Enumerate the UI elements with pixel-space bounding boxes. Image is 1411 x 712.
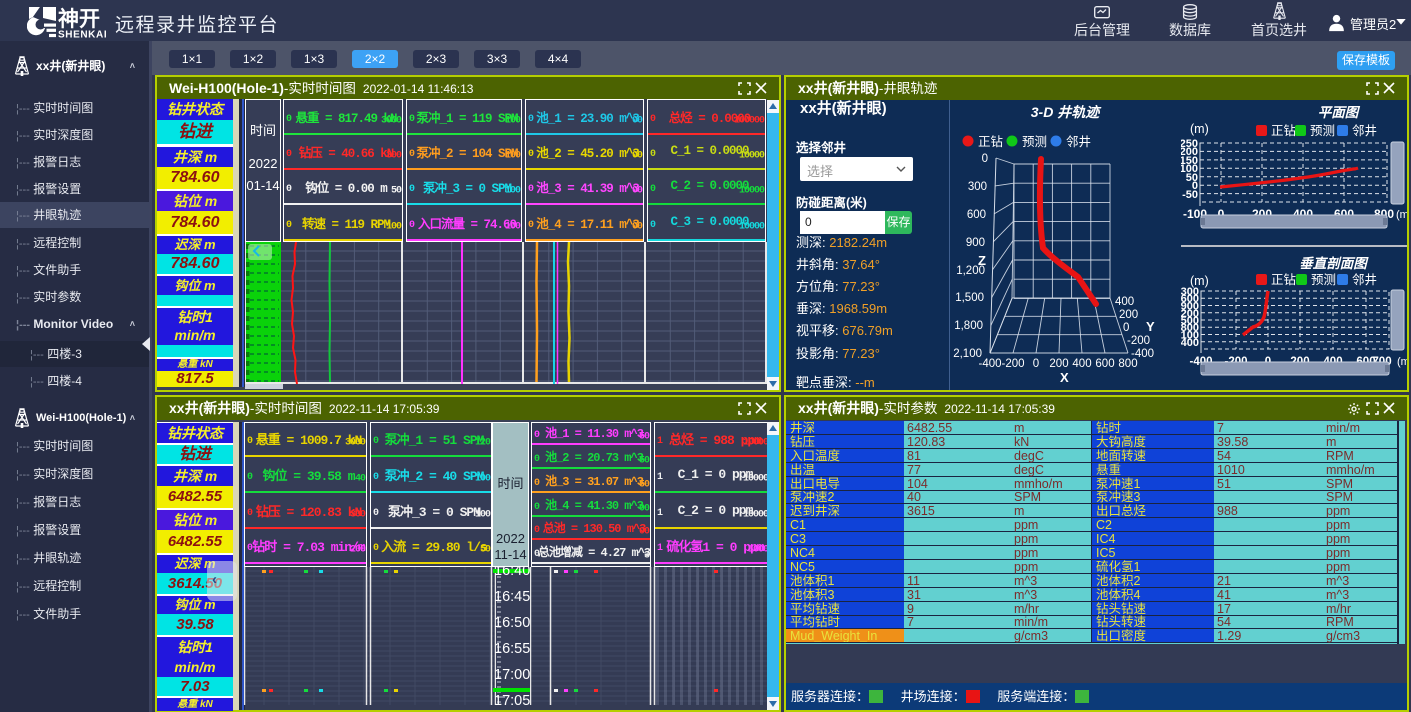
svg-text:正钻: 正钻 bbox=[1271, 123, 1296, 138]
svg-text:Y: Y bbox=[1146, 319, 1155, 334]
svg-text:预测: 预测 bbox=[1022, 135, 1047, 149]
svg-text:预测: 预测 bbox=[1311, 273, 1336, 287]
svg-text:17:05: 17:05 bbox=[494, 693, 530, 705]
svg-text:17:00: 17:00 bbox=[494, 667, 530, 683]
svg-text:400: 400 bbox=[1115, 296, 1134, 308]
svg-text:300: 300 bbox=[968, 181, 987, 193]
svg-text:0: 0 bbox=[982, 153, 988, 165]
svg-text:600: 600 bbox=[1095, 358, 1114, 370]
svg-text:-400: -400 bbox=[1131, 348, 1154, 360]
svg-text:-200: -200 bbox=[1127, 335, 1150, 347]
svg-text:200: 200 bbox=[1049, 358, 1068, 370]
svg-text:邻井: 邻井 bbox=[1066, 135, 1091, 149]
svg-text:0: 0 bbox=[1033, 358, 1039, 370]
svg-text:X: X bbox=[1060, 370, 1069, 385]
svg-text:-50: -50 bbox=[1182, 189, 1198, 201]
svg-text:神开: 神开 bbox=[58, 7, 100, 31]
svg-text:16:50: 16:50 bbox=[494, 615, 530, 631]
svg-text:1,500: 1,500 bbox=[955, 292, 984, 304]
svg-text:400: 400 bbox=[1181, 337, 1199, 349]
svg-text:Z: Z bbox=[978, 253, 986, 268]
svg-text:平面图: 平面图 bbox=[1318, 105, 1361, 120]
svg-text:邻井: 邻井 bbox=[1352, 273, 1377, 287]
svg-text:3-D 井轨迹: 3-D 井轨迹 bbox=[1031, 104, 1102, 120]
svg-text:16:55: 16:55 bbox=[494, 641, 530, 657]
svg-text:SHENKAI: SHENKAI bbox=[58, 30, 107, 40]
svg-text:0: 0 bbox=[1123, 322, 1129, 334]
svg-text:(m): (m) bbox=[1397, 356, 1407, 368]
svg-text:(m): (m) bbox=[1396, 209, 1407, 221]
svg-text:-200: -200 bbox=[1001, 358, 1024, 370]
svg-text:400: 400 bbox=[1072, 358, 1091, 370]
svg-text:-400: -400 bbox=[978, 358, 1001, 370]
svg-text:正钻: 正钻 bbox=[978, 134, 1003, 149]
svg-text:正钻: 正钻 bbox=[1271, 272, 1296, 287]
svg-text:16:40: 16:40 bbox=[494, 567, 530, 579]
svg-text:200: 200 bbox=[1119, 309, 1138, 321]
svg-text:900: 900 bbox=[966, 237, 985, 249]
svg-text:垂直剖面图: 垂直剖面图 bbox=[1299, 256, 1369, 271]
svg-text:预测: 预测 bbox=[1310, 124, 1335, 138]
svg-text:(m): (m) bbox=[1190, 122, 1209, 136]
svg-text:600: 600 bbox=[967, 209, 986, 221]
svg-text:1,800: 1,800 bbox=[954, 320, 983, 332]
svg-text:邻井: 邻井 bbox=[1352, 124, 1377, 138]
svg-text:16:45: 16:45 bbox=[494, 589, 530, 605]
